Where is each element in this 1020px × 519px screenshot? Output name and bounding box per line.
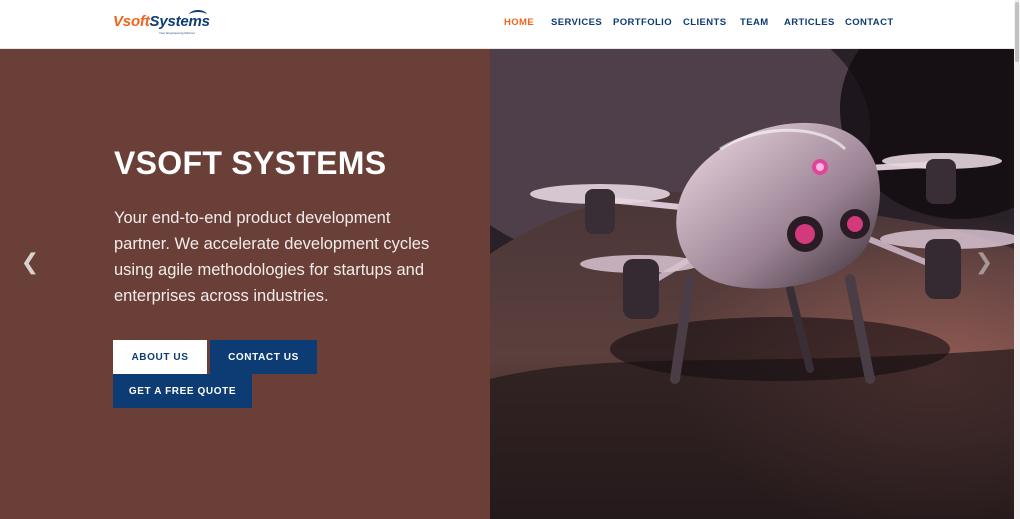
drone-illustration [490,49,1014,519]
hero-title: VSOFT SYSTEMS [114,145,387,181]
nav-item-team[interactable]: TEAM [740,17,769,28]
logo-tagline: Your Engineering Partner [159,31,195,35]
nav-item-portfolio[interactable]: PORTFOLIO [613,17,672,28]
about-us-button[interactable]: ABOUT US [113,340,207,374]
logo-text-part1: Vsoft [113,13,150,30]
nav-item-services[interactable]: SERVICES [551,17,602,28]
nav-item-home[interactable]: HOME [504,17,534,28]
nav-item-contact[interactable]: CONTACT [845,17,894,28]
site-header: VsoftSystems Your Engineering Partner HO… [0,0,1014,49]
contact-us-button[interactable]: CONTACT US [210,340,317,374]
page-scrollbar[interactable] [1014,0,1020,519]
logo-swoosh-icon [189,10,207,20]
hero-text-panel: VSOFT SYSTEMS Your end-to-end product de… [0,49,490,519]
free-quote-button[interactable]: GET A FREE QUOTE [113,374,252,408]
carousel-next-chevron-right-icon[interactable]: ❯ [974,251,994,273]
logo[interactable]: VsoftSystems Your Engineering Partner [113,10,210,39]
nav-item-articles[interactable]: ARTICLES [784,17,835,28]
carousel-prev-chevron-left-icon[interactable]: ❮ [20,251,40,273]
hero-drone-image [490,49,1014,519]
hero-description: Your end-to-end product development part… [114,209,430,305]
nav-item-clients[interactable]: CLIENTS [683,17,726,28]
hero-carousel: VSOFT SYSTEMS Your end-to-end product de… [0,49,1014,519]
scrollbar-thumb[interactable] [1015,2,1019,62]
